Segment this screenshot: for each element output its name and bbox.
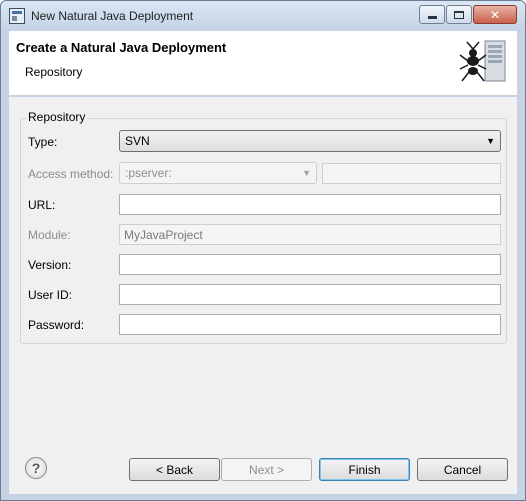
wizard-header: Create a Natural Java Deployment Reposit…	[9, 31, 517, 96]
maximize-icon	[454, 10, 464, 19]
cancel-button[interactable]: Cancel	[417, 458, 508, 481]
type-combo-value: SVN	[125, 134, 150, 148]
access-method-extra-field	[322, 163, 501, 184]
close-icon: ✕	[489, 7, 501, 22]
app-window-icon	[9, 8, 25, 24]
password-field[interactable]	[119, 314, 501, 335]
access-method-value: :pserver:	[125, 166, 172, 180]
password-label: Password:	[28, 318, 85, 332]
help-icon[interactable]: ?	[25, 457, 47, 479]
repository-group-title: Repository	[26, 110, 88, 124]
window-title: New Natural Java Deployment	[31, 9, 194, 23]
dialog-window: New Natural Java Deployment ✕ Create a N…	[0, 0, 526, 501]
ant-server-icon	[459, 40, 506, 82]
chevron-down-icon: ▼	[486, 136, 495, 146]
page-subtitle: Repository	[25, 65, 83, 79]
finish-button[interactable]: Finish	[319, 458, 410, 481]
next-button: Next >	[221, 458, 312, 481]
back-button[interactable]: < Back	[129, 458, 220, 481]
minimize-button[interactable]	[419, 5, 445, 24]
module-field: MyJavaProject	[119, 224, 501, 245]
close-button[interactable]: ✕	[473, 5, 517, 24]
wizard-content: Repository Type: SVN ▼ Access method: :p…	[9, 97, 517, 441]
page-title: Create a Natural Java Deployment	[16, 40, 227, 55]
version-label: Version:	[28, 258, 72, 272]
version-field[interactable]	[119, 254, 501, 275]
user-id-label: User ID:	[28, 288, 73, 302]
minimize-icon	[427, 16, 437, 19]
module-label: Module:	[28, 228, 71, 242]
access-method-label: Access method:	[28, 167, 114, 181]
type-combo[interactable]: SVN ▼	[119, 130, 501, 152]
access-method-combo: :pserver: ▼	[119, 162, 317, 184]
maximize-button[interactable]	[446, 5, 472, 24]
type-label: Type:	[28, 135, 58, 149]
url-field[interactable]	[119, 194, 501, 215]
user-id-field[interactable]	[119, 284, 501, 305]
title-bar: New Natural Java Deployment ✕	[1, 1, 525, 31]
url-label: URL:	[28, 198, 56, 212]
wizard-footer: ? < Back Next > Finish Cancel	[9, 441, 517, 494]
chevron-down-icon: ▼	[302, 168, 311, 178]
